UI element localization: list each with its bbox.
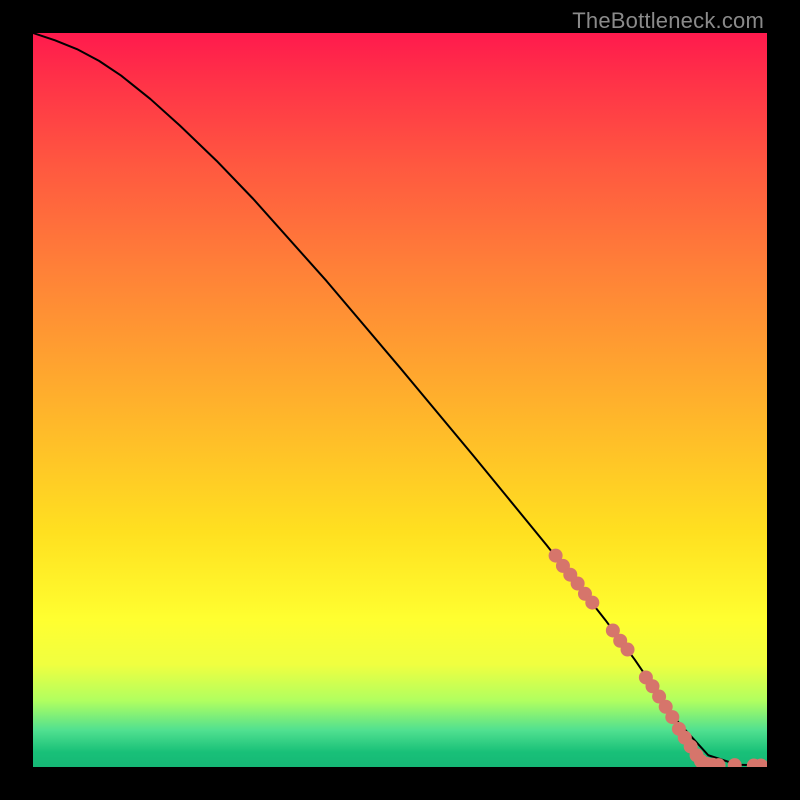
data-point: [665, 710, 679, 724]
chart-overlay: [33, 33, 767, 767]
data-point: [728, 758, 742, 767]
chart-stage: TheBottleneck.com: [0, 0, 800, 800]
data-point: [585, 596, 599, 610]
attribution-text: TheBottleneck.com: [572, 8, 764, 34]
plot-area: [33, 33, 767, 767]
curve-path: [33, 33, 767, 766]
data-point: [621, 643, 635, 657]
